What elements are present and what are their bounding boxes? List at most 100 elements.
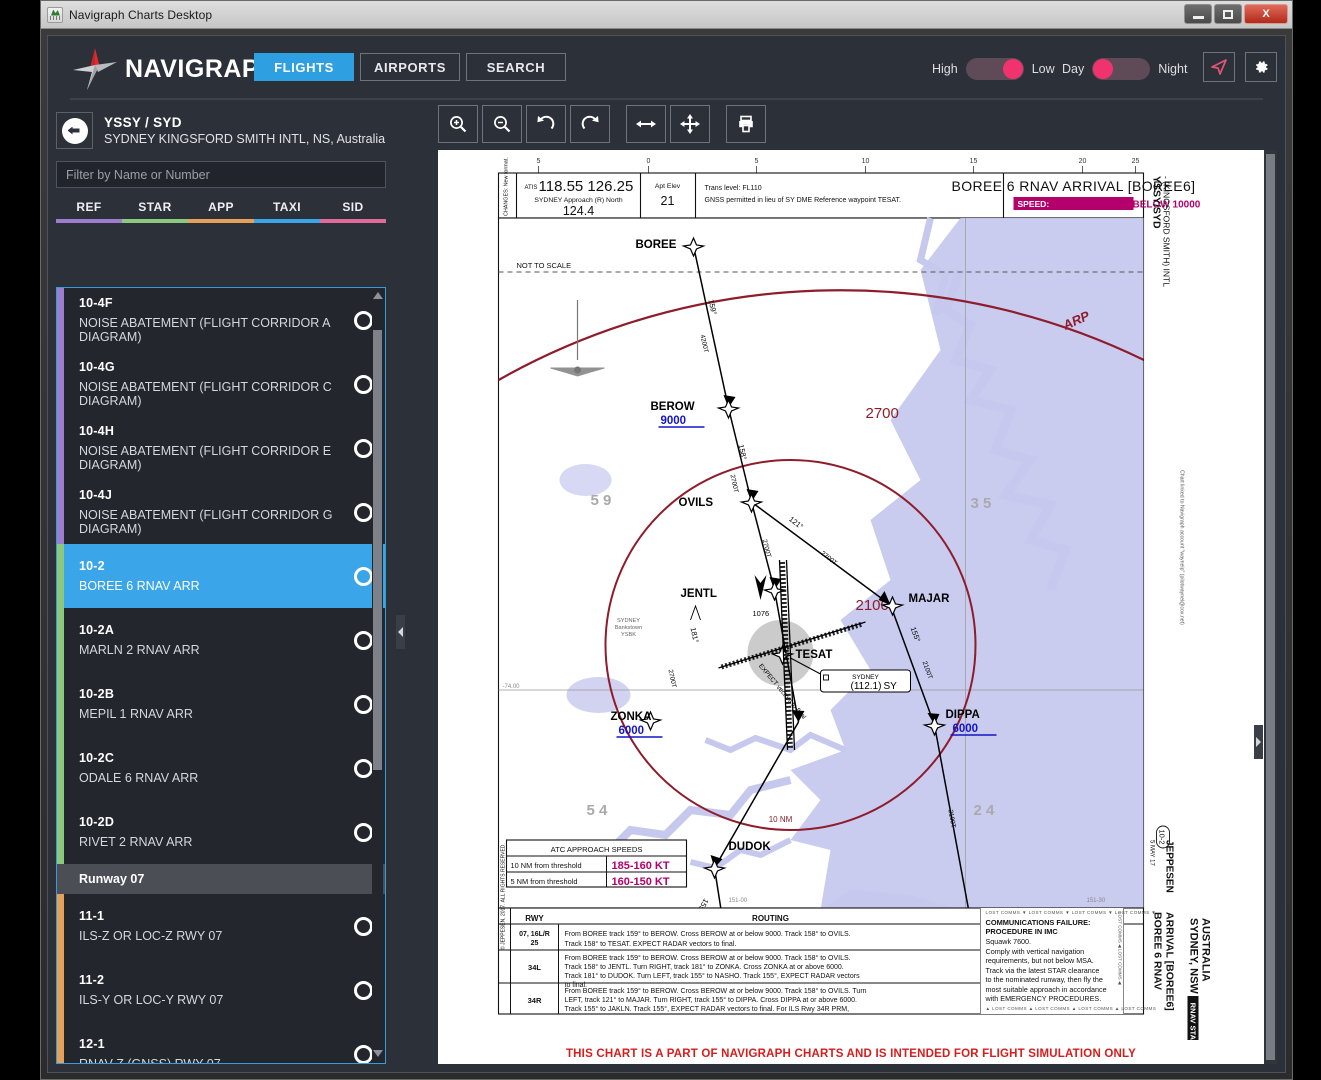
altitude-ZONKA: 6000 <box>618 725 644 737</box>
chart-select-toggle[interactable] <box>354 1044 373 1063</box>
routing-row-3-line2: LEFT, track 121° to MAJAR. Turn RIGHT, t… <box>564 996 857 1004</box>
category-tabs: REF STAR APP TAXI SID <box>56 200 386 223</box>
chart-item-text: 10-2C ODALE 6 RNAV ARR <box>79 751 344 785</box>
tab-sid[interactable]: SID <box>320 200 386 223</box>
locate-button[interactable] <box>1203 52 1235 82</box>
close-button[interactable]: X <box>1244 4 1288 24</box>
svg-text:0: 0 <box>646 158 650 165</box>
chart-item-text: 12-1 RNAV-Z (GNSS) RWY 07 <box>79 1037 344 1063</box>
chart-list-item[interactable]: 10-2A MARLN 2 RNAV ARR <box>57 608 385 672</box>
toggle-knob <box>1093 59 1114 79</box>
scroll-down-icon[interactable] <box>372 1050 383 1057</box>
msa-sector-2: 3 5 <box>970 495 991 512</box>
settings-button[interactable] <box>1245 52 1277 82</box>
comms-banner-bottom: ▲ LOST COMMS ▲ LOST COMMS ▲ LOST COMMS ▲… <box>985 1006 1156 1011</box>
tab-ref[interactable]: REF <box>56 200 122 223</box>
rotate-left-button[interactable] <box>526 105 566 143</box>
category-stripe <box>57 672 64 736</box>
tab-app[interactable]: APP <box>188 200 254 223</box>
chart-item-name: NOISE ABATEMENT (FLIGHT CORRIDOR E DIAGR… <box>79 444 332 472</box>
chart-select-toggle[interactable] <box>354 310 373 330</box>
chart-list-item[interactable]: 12-1 RNAV-Z (GNSS) RWY 07 <box>57 1022 385 1063</box>
maximize-button[interactable] <box>1214 4 1242 24</box>
window-titlebar: Navigraph Charts Desktop X <box>41 1 1292 29</box>
chart-select-toggle[interactable] <box>354 502 373 522</box>
minimize-button[interactable] <box>1184 4 1212 24</box>
svg-text:10: 10 <box>861 158 869 165</box>
svg-text:Bankstown: Bankstown <box>614 625 641 631</box>
msa-value-2700: 2700 <box>865 405 898 422</box>
chart-list-item[interactable]: 10-4H NOISE ABATEMENT (FLIGHT CORRIDOR E … <box>57 416 385 480</box>
chart-item-text: 10-2D RIVET 2 RNAV ARR <box>79 815 344 849</box>
tab-star[interactable]: STAR <box>122 200 188 223</box>
chart-list-item[interactable]: 11-1 ILS-Z OR LOC-Z RWY 07 <box>57 894 385 958</box>
day-night-toggle[interactable] <box>1092 58 1151 80</box>
tab-flights[interactable]: FLIGHTS <box>254 53 354 81</box>
chart-select-toggle[interactable] <box>354 694 373 714</box>
chart-list-item[interactable]: 10-4J NOISE ABATEMENT (FLIGHT CORRIDOR G … <box>57 480 385 544</box>
rotate-right-button[interactable] <box>570 105 610 143</box>
fit-page-button[interactable] <box>670 105 710 143</box>
gear-icon <box>1256 61 1268 73</box>
routing-row-2-line1: From BOREE track 159° to BEROW. Cross BE… <box>564 954 850 962</box>
chart-select-toggle[interactable] <box>354 374 373 394</box>
comms-title-1: COMMUNICATIONS FAILURE: <box>985 918 1090 927</box>
tab-airports[interactable]: AIRPORTS <box>360 53 460 81</box>
waypoint-OVILS: OVILS <box>678 497 713 509</box>
print-icon <box>739 115 753 133</box>
chart-select-toggle[interactable] <box>354 980 373 1000</box>
chart-list-item[interactable]: 10-4F NOISE ABATEMENT (FLIGHT CORRIDOR A … <box>57 288 385 352</box>
category-stripe <box>57 352 64 416</box>
tab-search[interactable]: SEARCH <box>466 53 566 81</box>
waypoint-DIPPA: DIPPA <box>945 709 979 721</box>
zoom-in-button[interactable] <box>438 105 478 143</box>
trans-level: Trans level: FL110 <box>704 185 761 192</box>
waypoint-TESAT: TESAT <box>795 649 832 661</box>
chart-list-item[interactable]: 10-2 BOREE 6 RNAV ARR <box>57 544 385 608</box>
chart-select-toggle[interactable] <box>354 438 373 458</box>
footer-chart-type: RNAV STAR <box>1188 1003 1197 1040</box>
tab-app-bar <box>188 219 254 223</box>
filter-input[interactable] <box>56 161 386 188</box>
chart-list-item[interactable]: 10-2D RIVET 2 RNAV ARR <box>57 800 385 864</box>
chart-changes-label: CHANGES: New format. <box>503 157 509 216</box>
chart-item-name: NOISE ABATEMENT (FLIGHT CORRIDOR G DIAGR… <box>79 508 333 536</box>
chart-select-toggle[interactable] <box>354 822 373 842</box>
vor-name: SYDNEY <box>852 674 879 681</box>
waypoint-JENTL: JENTL <box>680 588 716 600</box>
chart-list-item[interactable]: 10-4G NOISE ABATEMENT (FLIGHT CORRIDOR C … <box>57 352 385 416</box>
high-low-toggle[interactable] <box>965 58 1024 80</box>
sidebar: YSSY / SYD SYDNEY KINGSFORD SMITH INTL, … <box>48 100 396 1072</box>
chart-item-name: ILS-Z OR LOC-Z RWY 07 <box>79 929 223 943</box>
waypoint-MAJAR: MAJAR <box>908 593 950 605</box>
chart-list-scrollbar[interactable] <box>372 290 383 1061</box>
chart-scrollbar-thumb[interactable] <box>1266 154 1275 1060</box>
back-button[interactable] <box>56 112 93 149</box>
footer-chart-name-2: ARRIVAL [BOREE6] <box>1163 912 1175 1011</box>
chart-select-toggle[interactable] <box>354 566 373 586</box>
viewer-collapse-handle[interactable] <box>1254 725 1263 759</box>
chart-select-toggle[interactable] <box>354 630 373 650</box>
atc-speeds-box: ATC APPROACH SPEEDS 10 NM from threshold… <box>505 839 687 888</box>
print-button[interactable] <box>726 105 766 143</box>
fit-width-button[interactable] <box>626 105 666 143</box>
tab-taxi[interactable]: TAXI <box>254 200 320 223</box>
tab-ref-label: REF <box>76 200 102 214</box>
tab-ref-bar <box>56 219 122 223</box>
chart-list-item[interactable]: 10-2B MEPIL 1 RNAV ARR <box>57 672 385 736</box>
chart-list-item[interactable]: 11-2 ILS-Y OR LOC-Y RWY 07 <box>57 958 385 1022</box>
routing-col-rwy: RWY <box>525 914 544 923</box>
chart-list[interactable]: 10-4F NOISE ABATEMENT (FLIGHT CORRIDOR A … <box>56 287 386 1064</box>
spot-elevation: 1076 <box>752 609 769 618</box>
scrollbar-thumb[interactable] <box>373 330 382 770</box>
zoom-out-button[interactable] <box>482 105 522 143</box>
sidebar-collapse-handle[interactable] <box>396 615 405 649</box>
chart-vertical-scrollbar[interactable] <box>1264 150 1277 1064</box>
chart-select-toggle[interactable] <box>354 758 373 778</box>
app-icon <box>47 6 63 23</box>
chart-select-toggle[interactable] <box>354 916 373 936</box>
back-arrow-icon <box>61 117 88 144</box>
chart-list-item[interactable]: 10-2C ODALE 6 RNAV ARR <box>57 736 385 800</box>
scroll-up-icon[interactable] <box>372 292 383 299</box>
chart-document[interactable]: 50 5 10 15 20 25 CHANGES: New format. AT… <box>438 150 1277 1064</box>
